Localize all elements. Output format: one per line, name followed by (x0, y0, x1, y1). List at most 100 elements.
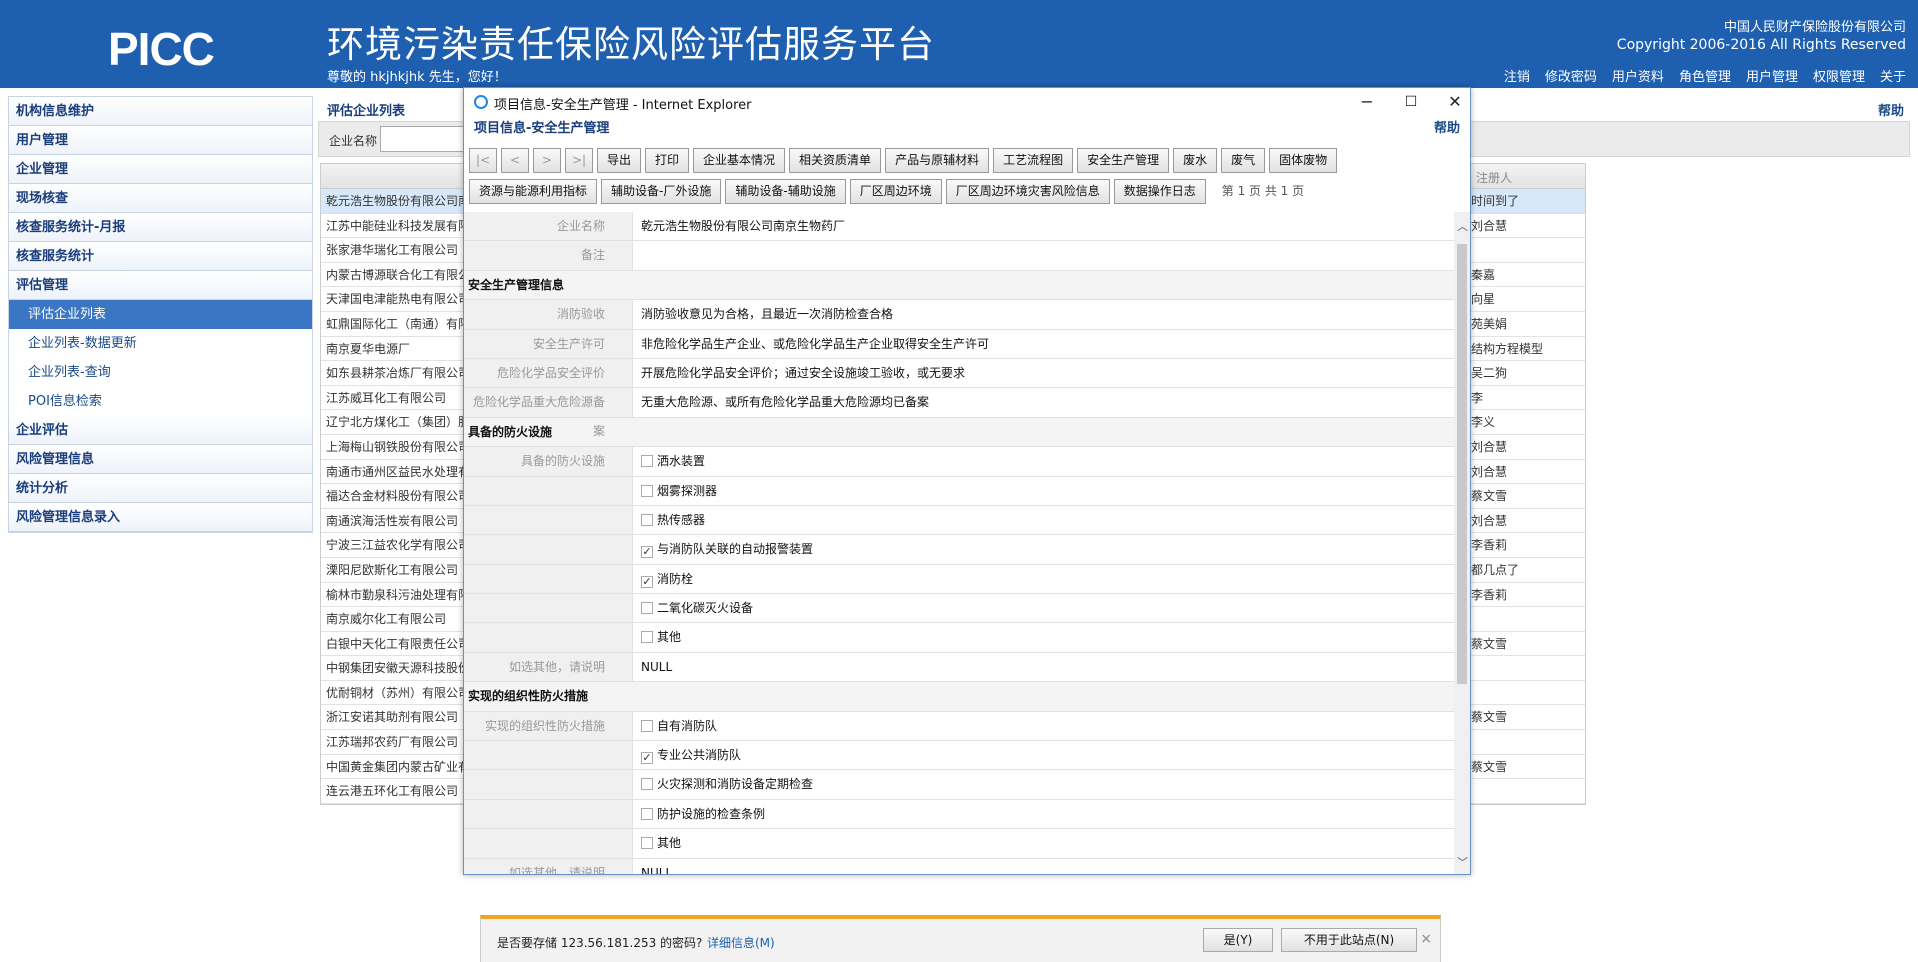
scrollbar-thumb[interactable] (1457, 244, 1467, 684)
sidebar-item-risk-info[interactable]: 风险管理信息 (9, 445, 312, 474)
field-value: 非危险化学品生产企业、或危险化学品生产企业取得安全生产许可 (641, 336, 990, 351)
checkbox[interactable] (641, 602, 653, 615)
sidebar-item-onsite-check[interactable]: 现场核查 (9, 184, 312, 213)
sidebar-item-assessment-management[interactable]: 评估管理 (9, 271, 312, 300)
checkbox-option: 自有消防队 (641, 712, 717, 741)
nav-change-password[interactable]: 修改密码 (1545, 66, 1597, 85)
notification-text: 是否要存储 123.56.181.253 的密码? (497, 936, 703, 950)
checkbox-label: 其他 (657, 836, 682, 851)
checkbox[interactable] (641, 631, 653, 644)
nav-about[interactable]: 关于 (1880, 66, 1906, 85)
sidebar-subitem-assessment-list[interactable]: 评估企业列表 (9, 300, 312, 329)
tab-resource-energy[interactable]: 资源与能源利用指标 (469, 179, 598, 204)
tab-qualifications[interactable]: 相关资质清单 (789, 148, 882, 173)
nav-user-profile[interactable]: 用户资料 (1612, 66, 1664, 85)
checkbox-row: ✓ 与消防队关联的自动报警装置 (464, 535, 1454, 565)
field-label: 具备的防火设施 (464, 447, 633, 476)
tab-aux-facilities[interactable]: 辅助设备-辅助设施 (725, 179, 846, 204)
checkbox[interactable] (641, 719, 653, 732)
checkbox[interactable] (641, 484, 653, 497)
nav-role-management[interactable]: 角色管理 (1679, 66, 1731, 85)
field-label: 备注 (464, 241, 633, 270)
help-link[interactable]: 帮助 (1878, 100, 1904, 119)
registrant-cell: 刘合慧 (1471, 218, 1508, 233)
popup-help-link[interactable]: 帮助 (1434, 117, 1460, 136)
export-button[interactable]: 导出 (597, 148, 642, 173)
maximize-icon[interactable]: ☐ (1401, 94, 1421, 110)
nav-logout[interactable]: 注销 (1504, 66, 1530, 85)
tab-operation-log[interactable]: 数据操作日志 (1113, 179, 1206, 204)
enterprise-name-cell: 宁波三江益农化学有限公司 (326, 538, 466, 553)
nav-permission-management[interactable]: 权限管理 (1813, 66, 1865, 85)
form-row-major-hazard: 危险化学品重大危险源备案 无重大危险源、或所有危险化学品重大危险源均已备案 (464, 388, 1454, 438)
last-page-button[interactable]: >| (565, 148, 593, 173)
scroll-up-icon[interactable]: ︿ (1457, 218, 1468, 234)
checkbox-option: 洒水装置 (641, 447, 705, 476)
registrant-cell: 向星 (1471, 292, 1496, 307)
sidebar-item-user-management[interactable]: 用户管理 (9, 126, 312, 155)
form-row-safety-permit: 安全生产许可 非危险化学品生产企业、或危险化学品生产企业取得安全生产许可 (464, 329, 1454, 359)
registrant-cell: 李 (1471, 390, 1484, 405)
tab-aux-external[interactable]: 辅助设备-厂外设施 (601, 179, 722, 204)
close-icon[interactable]: × (1420, 931, 1432, 947)
checkbox-checked[interactable]: ✓ (641, 575, 653, 588)
page-info: 第 1 页 共 1 页 (1221, 184, 1305, 198)
checkbox[interactable] (641, 778, 653, 791)
checkbox-label: 消防栓 (657, 571, 694, 586)
enterprise-name-input[interactable] (380, 126, 475, 152)
sidebar-subitem-list-update[interactable]: 企业列表-数据更新 (9, 329, 312, 358)
checkbox-row: 防护设施的检查条例 (464, 799, 1454, 830)
first-page-button[interactable]: |< (469, 148, 497, 173)
field-value: 无重大危险源、或所有危险化学品重大危险源均已备案 (641, 395, 930, 410)
enterprise-name-cell: 江苏威耳化工有限公司 (326, 390, 447, 405)
checkbox-row: 实现的组织性防火措施 自有消防队 (464, 711, 1454, 742)
checkbox-option: ✓ 消防栓 (641, 565, 693, 594)
scroll-down-icon[interactable]: ﹀ (1457, 854, 1468, 870)
tab-enterprise-basic[interactable]: 企业基本情况 (693, 148, 786, 173)
sidebar-item-statistics[interactable]: 统计分析 (9, 474, 312, 503)
enterprise-name-cell: 优耐铜材（苏州）有限公司 (326, 685, 466, 700)
next-page-button[interactable]: > (533, 148, 561, 173)
checkbox[interactable] (641, 837, 653, 850)
details-link[interactable]: 详细信息(M) (707, 934, 775, 951)
tab-solid-waste[interactable]: 固体废物 (1269, 148, 1338, 173)
sidebar-item-check-stats-monthly[interactable]: 核查服务统计-月报 (9, 213, 312, 242)
tab-safety-management[interactable]: 安全生产管理 (1077, 148, 1170, 173)
checkbox-checked[interactable]: ✓ (641, 546, 653, 559)
tab-surroundings-risk[interactable]: 厂区周边环境灾害风险信息 (945, 179, 1110, 204)
sidebar-item-enterprise-management[interactable]: 企业管理 (9, 155, 312, 184)
checkbox-label: 自有消防队 (657, 718, 718, 733)
password-save-notification: 是否要存储 123.56.181.253 的密码? 详细信息(M) 是(Y) 不… (480, 915, 1441, 962)
checkbox[interactable] (641, 807, 653, 820)
save-password-yes-button[interactable]: 是(Y) (1203, 928, 1273, 952)
checkbox-checked[interactable]: ✓ (641, 752, 653, 765)
registrant-cell: 刘合慧 (1471, 439, 1508, 454)
sidebar-item-risk-info-entry[interactable]: 风险管理信息录入 (9, 503, 312, 532)
checkbox[interactable] (641, 455, 653, 468)
print-button[interactable]: 打印 (645, 148, 690, 173)
sidebar: 机构信息维护 用户管理 企业管理 现场核查 核查服务统计-月报 核查服务统计 评… (8, 96, 313, 533)
close-icon[interactable]: ✕ (1445, 92, 1465, 111)
tab-products-materials[interactable]: 产品与原辅材料 (885, 148, 990, 173)
tab-waste-gas[interactable]: 废气 (1221, 148, 1266, 173)
tab-surroundings[interactable]: 厂区周边环境 (849, 179, 942, 204)
tab-process-flow[interactable]: 工艺流程图 (993, 148, 1074, 173)
prev-page-button[interactable]: < (501, 148, 529, 173)
nav-user-management[interactable]: 用户管理 (1746, 66, 1798, 85)
sidebar-item-org-maintenance[interactable]: 机构信息维护 (9, 97, 312, 126)
sidebar-item-check-stats[interactable]: 核查服务统计 (9, 242, 312, 271)
minimize-icon[interactable]: − (1357, 92, 1377, 111)
checkbox[interactable] (641, 513, 653, 526)
checkbox-row: 其他 (464, 829, 1454, 859)
field-label (464, 770, 633, 799)
popup-scrollbar[interactable]: ︿ ﹀ (1454, 212, 1470, 874)
search-label: 企业名称 (329, 134, 378, 148)
page-title: 评估企业列表 (327, 104, 406, 119)
sidebar-item-enterprise-assessment[interactable]: 企业评估 (9, 416, 312, 445)
sidebar-subitem-list-query[interactable]: 企业列表-查询 (9, 358, 312, 387)
enterprise-name-cell: 内蒙古博源联合化工有限公 (326, 267, 466, 282)
sidebar-subitem-poi-search[interactable]: POI信息检索 (9, 387, 312, 416)
tab-wastewater[interactable]: 废水 (1173, 148, 1218, 173)
never-for-site-button[interactable]: 不用于此站点(N) (1281, 928, 1417, 952)
form-area: 企业名称 乾元浩生物股份有限公司南京生物药厂 备注 安全生产管理信息 消防验收 … (464, 212, 1454, 874)
